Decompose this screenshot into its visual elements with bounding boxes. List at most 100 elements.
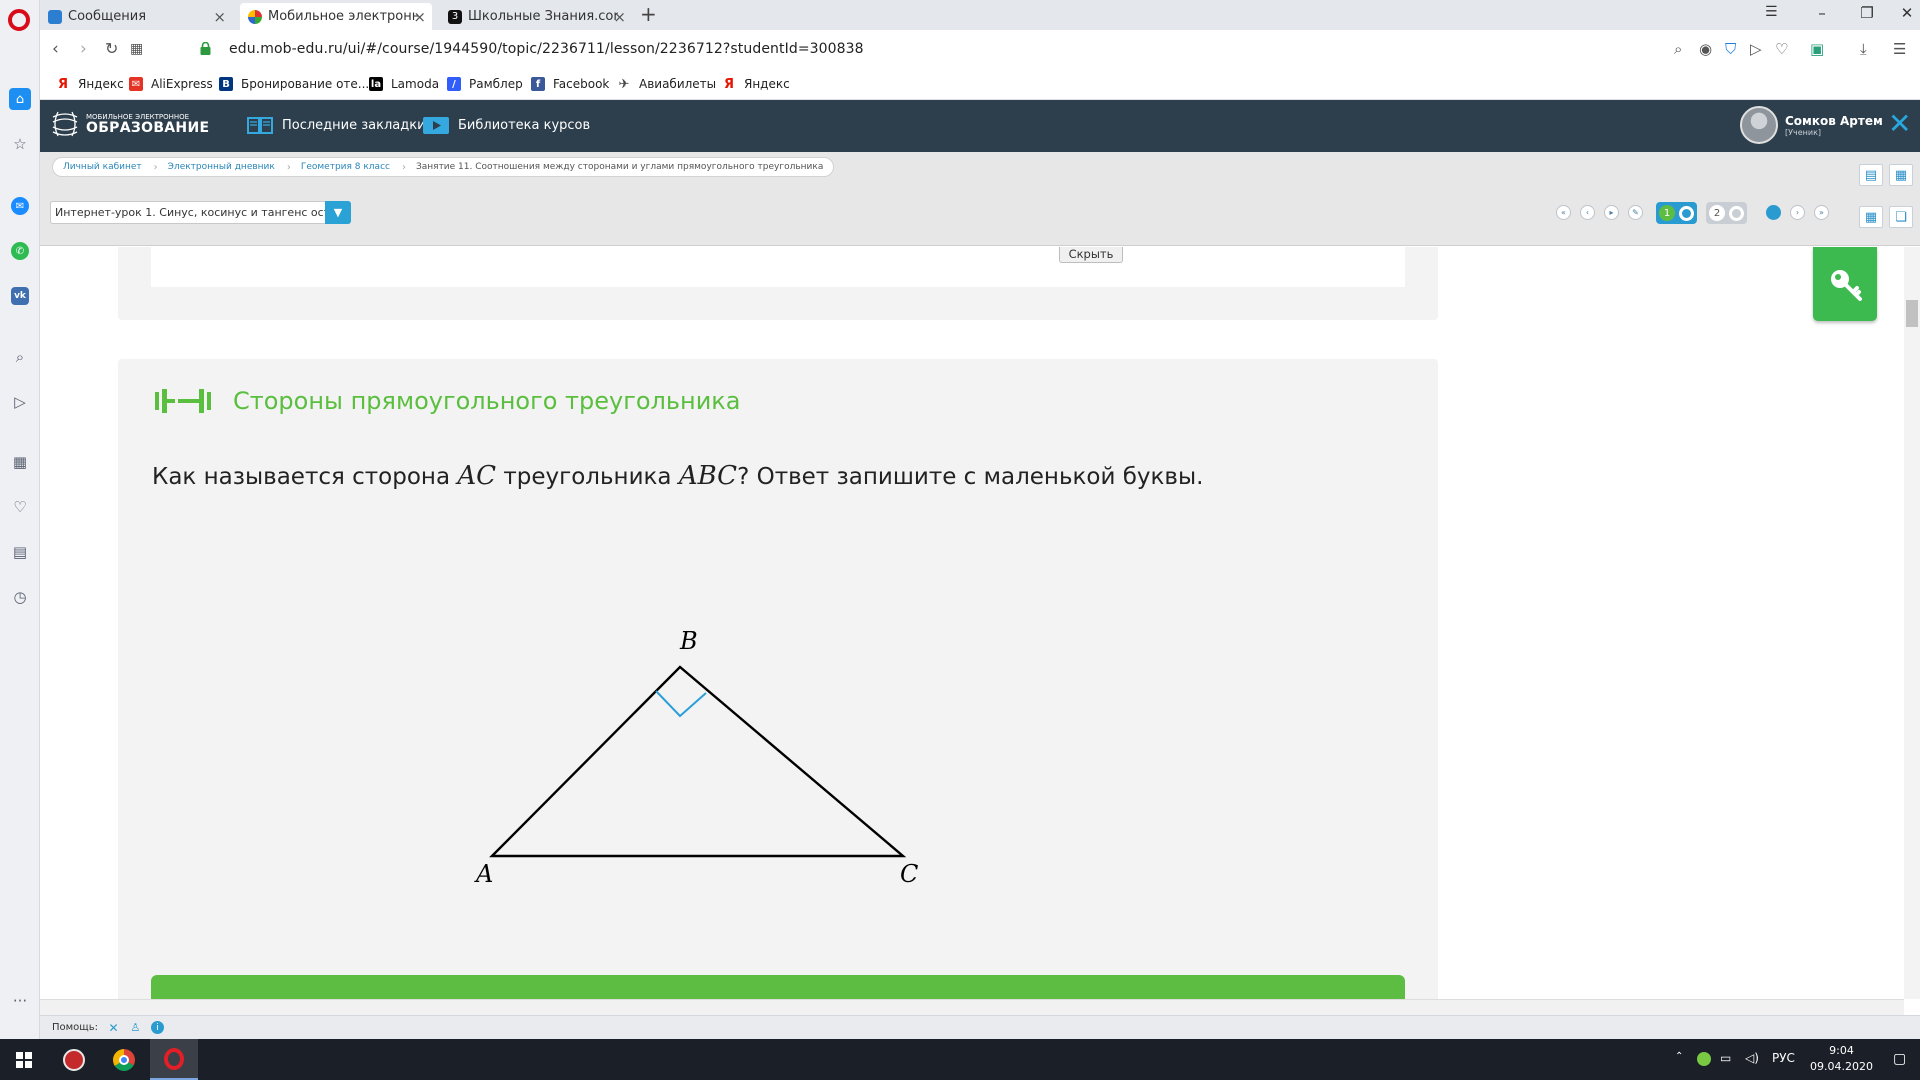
download-icon[interactable]: ⤓: [1860, 40, 1867, 58]
search-icon[interactable]: ⌕: [9, 346, 31, 368]
url-field[interactable]: edu.mob-edu.ru/ui/#/course/1944590/topic…: [229, 41, 864, 57]
page-2-button[interactable]: 2: [1706, 202, 1747, 224]
network-icon[interactable]: ▭: [1720, 1051, 1731, 1065]
windows-start-icon[interactable]: [0, 1039, 48, 1080]
language-indicator[interactable]: РУС: [1772, 1051, 1795, 1065]
site-logo[interactable]: МОБИЛЬНОЕ ЭЛЕКТРОННОЕ ОБРАЗОВАНИЕ: [50, 109, 209, 139]
news-icon[interactable]: ▤: [9, 541, 31, 563]
chevron-down-icon[interactable]: ▼: [325, 201, 351, 224]
breadcrumb-item[interactable]: Геометрия 8 класс: [301, 162, 402, 172]
more-icon[interactable]: ···: [9, 990, 31, 1012]
triangle-abc: [489, 665, 907, 858]
info-icon[interactable]: i: [150, 1021, 164, 1034]
heart-icon[interactable]: ♡: [9, 496, 31, 518]
tab-messages[interactable]: Сообщения ×: [40, 3, 232, 30]
vk-icon[interactable]: vk: [11, 287, 29, 305]
key-icon: [1831, 270, 1862, 301]
app-icon: [63, 1048, 85, 1071]
mob-edu-logo-icon: [52, 111, 78, 137]
shield-icon[interactable]: ⛉: [1725, 40, 1736, 58]
horizontal-scrollbar[interactable]: [40, 999, 1904, 1015]
notifications-icon[interactable]: ▢: [1893, 1051, 1906, 1067]
close-icon[interactable]: ×: [213, 8, 226, 26]
close-icon[interactable]: ×: [613, 8, 626, 26]
star-icon[interactable]: ☆: [9, 133, 31, 155]
lamoda-icon: la: [369, 77, 383, 91]
tab-mob-edu[interactable]: Мобильное электронное ×: [240, 3, 432, 30]
tab-menu-icon[interactable]: ☰: [1765, 4, 1778, 20]
recent-bookmarks-link[interactable]: Последние закладки: [246, 115, 426, 135]
reload-icon[interactable]: ↻: [105, 39, 118, 58]
taskbar-chrome[interactable]: [100, 1039, 148, 1080]
window-close-icon[interactable]: ✕: [1892, 4, 1920, 22]
chat-icon[interactable]: ❏: [1889, 206, 1913, 228]
send-icon[interactable]: ▷: [9, 391, 31, 413]
bookmark-yandex[interactable]: Я Яндекс: [56, 77, 124, 92]
person-icon[interactable]: ♙: [129, 1021, 142, 1034]
chevron-up-icon[interactable]: ⌃: [1675, 1051, 1683, 1062]
prev-page-icon[interactable]: ‹: [1580, 205, 1595, 220]
extension-icon[interactable]: ▣: [1810, 40, 1824, 58]
back-icon[interactable]: ‹: [52, 39, 59, 59]
lesson-select[interactable]: Интернет-урок 1. Синус, косинус и танген…: [50, 201, 350, 224]
bookmark-yandex-2[interactable]: Я Яндекс: [722, 77, 790, 92]
pencil-icon[interactable]: ✎: [1628, 205, 1643, 220]
course-library-link[interactable]: Библиотека курсов: [422, 115, 590, 135]
search-icon[interactable]: ⌕: [1674, 40, 1682, 58]
restore-icon[interactable]: ❐: [1852, 4, 1882, 22]
clock[interactable]: 9:04 09.04.2020: [1810, 1043, 1873, 1075]
page-1-button[interactable]: 1: [1656, 202, 1697, 224]
hide-button[interactable]: Скрыть: [1059, 247, 1123, 263]
breadcrumb-item[interactable]: Электронный дневник: [168, 162, 287, 172]
table-icon[interactable]: ▦: [1859, 206, 1883, 228]
grid-icon[interactable]: ▦: [9, 451, 31, 473]
next-page-icon[interactable]: ›: [1790, 205, 1805, 220]
easy-setup-icon[interactable]: ☰: [1893, 40, 1906, 58]
dot-icon[interactable]: [1766, 205, 1781, 220]
answer-panel[interactable]: [151, 975, 1405, 999]
forward-icon[interactable]: ›: [80, 39, 87, 59]
close-icon[interactable]: ×: [413, 8, 426, 26]
last-page-icon[interactable]: »: [1814, 205, 1829, 220]
bookmark-aviabilety[interactable]: ✈ Авиабилеты: [617, 77, 717, 92]
previous-task-card: Скрыть: [118, 247, 1438, 320]
lesson-toolbar: Личный кабинет › Электронный дневник › Гео…: [40, 152, 1920, 246]
opera-logo-icon[interactable]: [8, 9, 30, 31]
bookmark-rambler[interactable]: / Рамблер: [447, 77, 523, 91]
close-icon[interactable]: ✕: [1888, 110, 1911, 138]
bookmark-aliexpress[interactable]: ✉ AliExpress: [129, 77, 213, 91]
tab-znania[interactable]: 3 Школьные Знания.com - F ×: [440, 3, 632, 30]
heart-icon[interactable]: ♡: [1775, 40, 1788, 58]
avatar: [1740, 106, 1778, 144]
page-status-icon: [1729, 205, 1744, 221]
vertex-label-b: B: [679, 627, 698, 655]
aliexpress-icon: ✉: [129, 77, 143, 91]
tray-app-icon[interactable]: [1697, 1052, 1711, 1066]
volume-icon[interactable]: ◁): [1745, 1051, 1759, 1065]
user-menu[interactable]: Сомков Артем [Ученик]: [1740, 106, 1883, 144]
taskbar-opera[interactable]: [150, 1039, 198, 1080]
vertical-scrollbar[interactable]: [1904, 247, 1920, 999]
bookmark-booking[interactable]: B Бронирование оте...: [219, 77, 369, 91]
tools-icon[interactable]: ✕: [107, 1021, 120, 1035]
camera-icon[interactable]: ◉: [1699, 40, 1712, 58]
whatsapp-icon[interactable]: ✆: [11, 242, 29, 260]
play-icon[interactable]: ▸: [1604, 205, 1619, 220]
messenger-icon[interactable]: ✉: [11, 197, 29, 215]
taskbar-app-game[interactable]: [50, 1039, 98, 1080]
calculator-icon[interactable]: ▦: [1889, 164, 1913, 186]
speed-dial-icon[interactable]: ⌂: [9, 88, 31, 110]
breadcrumb-item[interactable]: Личный кабинет: [63, 162, 154, 172]
bookmark-facebook[interactable]: f Facebook: [531, 77, 609, 91]
notes-icon[interactable]: ▤: [1859, 164, 1883, 186]
answer-key-button[interactable]: [1813, 247, 1877, 321]
bookmark-lamoda[interactable]: la Lamoda: [369, 77, 439, 91]
tabs-grid-icon[interactable]: ▦: [130, 41, 143, 57]
facebook-icon: f: [531, 77, 545, 91]
scrollbar-thumb[interactable]: [1906, 300, 1918, 327]
history-icon[interactable]: ◷: [9, 586, 31, 608]
minimize-icon[interactable]: –: [1807, 4, 1837, 22]
new-tab-button[interactable]: +: [640, 2, 657, 26]
send-icon[interactable]: ▷: [1750, 40, 1762, 58]
first-page-icon[interactable]: «: [1556, 205, 1571, 220]
